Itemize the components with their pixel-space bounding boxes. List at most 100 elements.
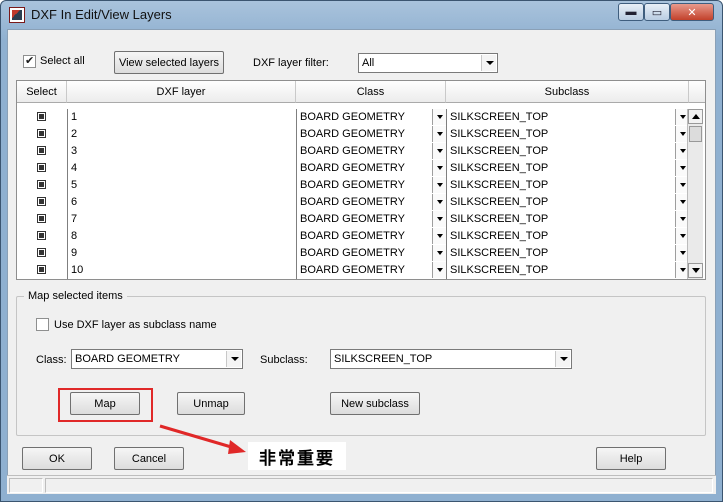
row-select-checkbox[interactable]: [37, 112, 46, 121]
row-select-checkbox[interactable]: [37, 265, 46, 274]
ok-button[interactable]: OK: [22, 447, 92, 470]
table-row[interactable]: 5 BOARD GEOMETRY SILKSCREEN_TOP: [21, 177, 689, 194]
row-select-checkbox[interactable]: [37, 248, 46, 257]
chevron-down-icon: [226, 351, 241, 367]
chevron-down-icon[interactable]: [432, 126, 446, 142]
subclass-cell[interactable]: SILKSCREEN_TOP: [446, 109, 689, 126]
table-row[interactable]: 7 BOARD GEOMETRY SILKSCREEN_TOP: [21, 211, 689, 228]
scroll-down-arrow-icon[interactable]: [688, 263, 703, 278]
row-select-cell[interactable]: [21, 177, 67, 194]
chevron-down-icon[interactable]: [432, 194, 446, 210]
chevron-down-icon[interactable]: [432, 177, 446, 193]
subclass-value: SILKSCREEN_TOP: [450, 162, 549, 174]
select-all-checkbox[interactable]: [23, 54, 36, 68]
chevron-down-icon[interactable]: [432, 228, 446, 244]
layer-cell[interactable]: 2: [67, 126, 296, 143]
help-button[interactable]: Help: [596, 447, 666, 470]
annotation-arrow-icon: [159, 424, 246, 454]
row-select-checkbox[interactable]: [37, 214, 46, 223]
table-row[interactable]: 2 BOARD GEOMETRY SILKSCREEN_TOP: [21, 126, 689, 143]
maximize-button[interactable]: ▭: [644, 3, 670, 21]
layer-cell[interactable]: 7: [67, 211, 296, 228]
scroll-thumb[interactable]: [689, 126, 702, 142]
class-cell[interactable]: BOARD GEOMETRY: [296, 126, 446, 143]
class-cell[interactable]: BOARD GEOMETRY: [296, 211, 446, 228]
table-row[interactable]: 3 BOARD GEOMETRY SILKSCREEN_TOP: [21, 143, 689, 160]
close-button[interactable]: ✕: [670, 3, 714, 21]
row-select-checkbox[interactable]: [37, 163, 46, 172]
class-cell[interactable]: BOARD GEOMETRY: [296, 109, 446, 126]
class-cell[interactable]: BOARD GEOMETRY: [296, 160, 446, 177]
table-row[interactable]: 6 BOARD GEOMETRY SILKSCREEN_TOP: [21, 194, 689, 211]
row-select-cell[interactable]: [21, 262, 67, 279]
minimize-button[interactable]: ▬: [618, 3, 644, 21]
table-row[interactable]: 8 BOARD GEOMETRY SILKSCREEN_TOP: [21, 228, 689, 245]
row-select-cell[interactable]: [21, 143, 67, 160]
layer-cell[interactable]: 9: [67, 245, 296, 262]
row-select-cell[interactable]: [21, 160, 67, 177]
layer-cell[interactable]: 4: [67, 160, 296, 177]
table-row[interactable]: 1 BOARD GEOMETRY SILKSCREEN_TOP: [21, 109, 689, 126]
layer-cell[interactable]: 1: [67, 109, 296, 126]
layer-cell[interactable]: 3: [67, 143, 296, 160]
chevron-down-icon[interactable]: [432, 245, 446, 261]
class-value: BOARD GEOMETRY: [300, 196, 405, 208]
row-select-checkbox[interactable]: [37, 129, 46, 138]
layer-cell[interactable]: 10: [67, 262, 296, 279]
chevron-down-icon[interactable]: [432, 211, 446, 227]
subclass-cell[interactable]: SILKSCREEN_TOP: [446, 228, 689, 245]
status-pane: [9, 478, 43, 493]
subclass-cell[interactable]: SILKSCREEN_TOP: [446, 194, 689, 211]
class-value: BOARD GEOMETRY: [300, 213, 405, 225]
subclass-cell[interactable]: SILKSCREEN_TOP: [446, 160, 689, 177]
class-cell[interactable]: BOARD GEOMETRY: [296, 177, 446, 194]
row-select-cell[interactable]: [21, 228, 67, 245]
class-cell[interactable]: BOARD GEOMETRY: [296, 245, 446, 262]
table-row[interactable]: 9 BOARD GEOMETRY SILKSCREEN_TOP: [21, 245, 689, 262]
column-header-dxf-layer[interactable]: DXF layer: [67, 81, 296, 103]
subclass-dropdown[interactable]: SILKSCREEN_TOP: [330, 349, 572, 369]
row-select-cell[interactable]: [21, 211, 67, 228]
layer-cell[interactable]: 5: [67, 177, 296, 194]
scroll-up-arrow-icon[interactable]: [688, 109, 703, 124]
table-row[interactable]: 4 BOARD GEOMETRY SILKSCREEN_TOP: [21, 160, 689, 177]
table-row[interactable]: 10 BOARD GEOMETRY SILKSCREEN_TOP: [21, 262, 689, 279]
class-dropdown[interactable]: BOARD GEOMETRY: [71, 349, 243, 369]
subclass-cell[interactable]: SILKSCREEN_TOP: [446, 177, 689, 194]
arrow-head: [228, 440, 246, 454]
subclass-cell[interactable]: SILKSCREEN_TOP: [446, 126, 689, 143]
row-select-checkbox[interactable]: [37, 231, 46, 240]
use-dxf-layer-checkbox[interactable]: [36, 318, 49, 331]
view-selected-layers-button[interactable]: View selected layers: [114, 51, 224, 74]
class-cell[interactable]: BOARD GEOMETRY: [296, 228, 446, 245]
layer-filter-dropdown[interactable]: All: [358, 53, 498, 73]
layer-cell[interactable]: 8: [67, 228, 296, 245]
class-value: BOARD GEOMETRY: [300, 179, 405, 191]
subclass-cell[interactable]: SILKSCREEN_TOP: [446, 245, 689, 262]
layer-cell[interactable]: 6: [67, 194, 296, 211]
subclass-cell[interactable]: SILKSCREEN_TOP: [446, 143, 689, 160]
subclass-cell[interactable]: SILKSCREEN_TOP: [446, 211, 689, 228]
column-header-class[interactable]: Class: [296, 81, 446, 103]
grid-vertical-scrollbar[interactable]: [687, 109, 703, 279]
row-select-cell[interactable]: [21, 126, 67, 143]
new-subclass-button[interactable]: New subclass: [330, 392, 420, 415]
row-select-cell[interactable]: [21, 109, 67, 126]
chevron-down-icon[interactable]: [432, 109, 446, 125]
class-cell[interactable]: BOARD GEOMETRY: [296, 262, 446, 279]
subclass-cell[interactable]: SILKSCREEN_TOP: [446, 262, 689, 279]
row-select-cell[interactable]: [21, 245, 67, 262]
unmap-button[interactable]: Unmap: [177, 392, 245, 415]
column-header-select[interactable]: Select: [17, 81, 67, 103]
row-select-checkbox[interactable]: [37, 180, 46, 189]
chevron-down-icon[interactable]: [432, 160, 446, 176]
class-cell[interactable]: BOARD GEOMETRY: [296, 194, 446, 211]
column-header-subclass[interactable]: Subclass: [446, 81, 689, 103]
chevron-down-icon[interactable]: [432, 143, 446, 159]
chevron-down-icon[interactable]: [432, 262, 446, 278]
title-bar[interactable]: DXF In Edit/View Layers ▬ ▭ ✕: [1, 1, 722, 29]
row-select-checkbox[interactable]: [37, 146, 46, 155]
row-select-checkbox[interactable]: [37, 197, 46, 206]
row-select-cell[interactable]: [21, 194, 67, 211]
class-cell[interactable]: BOARD GEOMETRY: [296, 143, 446, 160]
